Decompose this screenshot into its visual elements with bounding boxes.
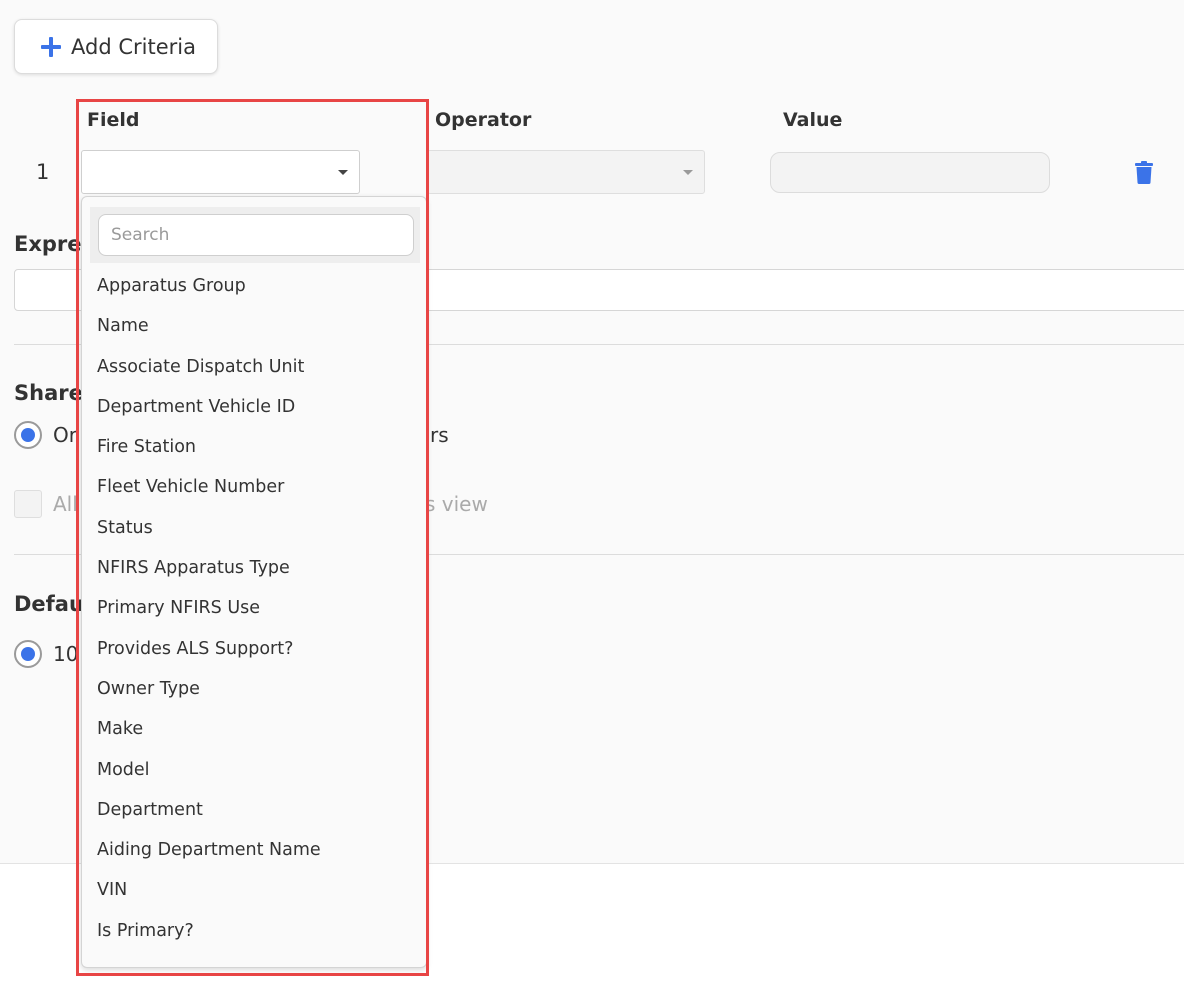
dropdown-option[interactable]: VIN: [82, 870, 426, 910]
field-column-header: Field: [87, 109, 140, 131]
dropdown-option[interactable]: Fire Station: [82, 427, 426, 467]
plus-icon: [41, 36, 61, 57]
default-radio[interactable]: [14, 640, 42, 668]
operator-column-header: Operator: [435, 109, 532, 131]
add-criteria-button[interactable]: Add Criteria: [14, 19, 218, 74]
chevron-down-icon: [683, 170, 693, 175]
dropdown-option[interactable]: Department: [82, 790, 426, 830]
add-criteria-label: Add Criteria: [71, 34, 196, 59]
criteria-row-number: 1: [36, 160, 50, 184]
dropdown-option[interactable]: Status: [82, 508, 426, 548]
trash-icon[interactable]: [1135, 161, 1153, 184]
allow-checkbox[interactable]: [14, 490, 42, 518]
dropdown-option[interactable]: Primary NFIRS Use: [82, 588, 426, 628]
dropdown-option[interactable]: Provides ALS Support?: [82, 629, 426, 669]
value-column-header: Value: [783, 109, 843, 131]
dropdown-options-list: Apparatus Group Name Associate Dispatch Un…: [82, 266, 426, 951]
dropdown-option[interactable]: Is Primary?: [82, 911, 426, 951]
dropdown-option[interactable]: Aiding Department Name: [82, 830, 426, 870]
dropdown-search-input[interactable]: [98, 214, 414, 256]
dropdown-option[interactable]: Fleet Vehicle Number: [82, 467, 426, 507]
share-title: Share: [14, 381, 83, 405]
expression-title: Expre: [14, 232, 82, 256]
operator-select[interactable]: [427, 150, 705, 194]
dropdown-option[interactable]: Associate Dispatch Unit: [82, 347, 426, 387]
default-option-label: 10: [53, 642, 79, 666]
share-radio[interactable]: [14, 421, 42, 449]
dropdown-option[interactable]: Name: [82, 306, 426, 346]
allow-label-end: s view: [425, 492, 488, 516]
share-option-label-end: rs: [430, 423, 449, 447]
value-input[interactable]: [770, 152, 1050, 193]
dropdown-option[interactable]: Make: [82, 709, 426, 749]
allow-label-start: All: [53, 492, 78, 516]
chevron-down-icon: [338, 170, 348, 175]
default-title: Defau: [14, 592, 84, 616]
field-dropdown-menu: Apparatus GroupNameAssociate Dispatch Un…: [81, 196, 427, 968]
dropdown-option[interactable]: Apparatus Group: [82, 266, 426, 306]
share-option-label-start: Or: [53, 423, 77, 447]
dropdown-option[interactable]: Owner Type: [82, 669, 426, 709]
dropdown-option[interactable]: Department Vehicle ID: [82, 387, 426, 427]
dropdown-search-area: [90, 207, 420, 263]
field-select[interactable]: [81, 150, 360, 194]
dropdown-option[interactable]: Model: [82, 750, 426, 790]
dropdown-option[interactable]: NFIRS Apparatus Type: [82, 548, 426, 588]
